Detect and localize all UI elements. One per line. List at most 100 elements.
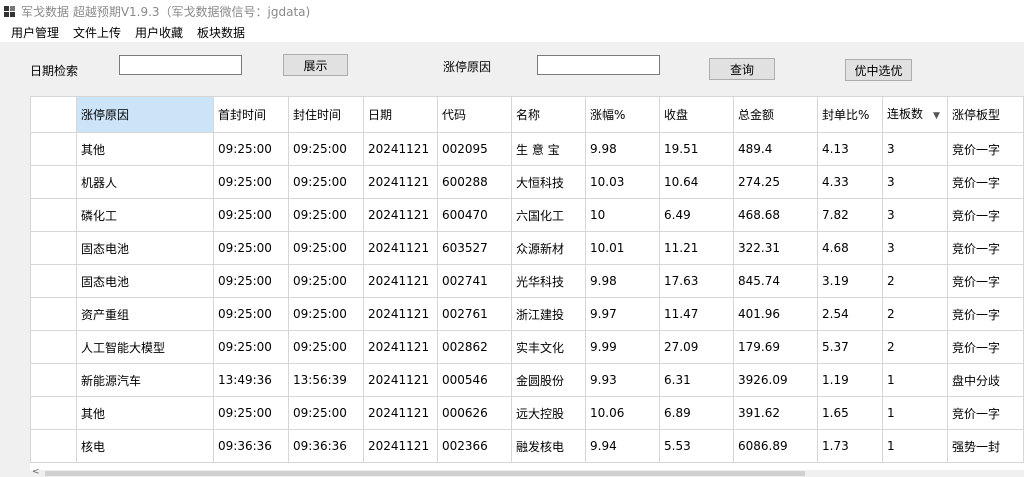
cell-close[interactable]: 19.51 (659, 132, 734, 166)
cell-amount[interactable]: 274.25 (733, 165, 818, 199)
table-row[interactable]: 机器人 09:25:00 09:25:00 20241121 600288 大恒科技 10.… (30, 165, 1024, 199)
cell-seal-time[interactable]: 13:56:39 (288, 363, 364, 397)
cell-seal-ratio[interactable]: 4.33 (817, 165, 883, 199)
cell-close[interactable]: 17.63 (659, 264, 734, 298)
cell-seal-ratio[interactable]: 2.54 (817, 297, 883, 331)
cell-seal-ratio[interactable]: 7.82 (817, 198, 883, 232)
cell-consecutive[interactable]: 1 (882, 363, 948, 397)
cell-date[interactable]: 20241121 (363, 330, 438, 364)
cell-first-seal-time[interactable]: 09:25:00 (213, 396, 289, 430)
cell-reason[interactable]: 机器人 (76, 165, 214, 199)
cell-first-seal-time[interactable]: 09:25:00 (213, 297, 289, 331)
cell-first-seal-time[interactable]: 13:49:36 (213, 363, 289, 397)
cell-amount[interactable]: 468.68 (733, 198, 818, 232)
cell-name[interactable]: 浙江建投 (511, 297, 586, 331)
horizontal-scrollbar[interactable]: < (30, 467, 1024, 477)
cell-seal-time[interactable]: 09:36:36 (288, 429, 364, 463)
cell-board-type[interactable]: 竞价一字 (947, 297, 1024, 331)
row-header[interactable] (30, 198, 77, 232)
row-header[interactable] (30, 363, 77, 397)
cell-seal-ratio[interactable]: 1.73 (817, 429, 883, 463)
cell-consecutive[interactable]: 2 (882, 330, 948, 364)
cell-board-type[interactable]: 盘中分歧 (947, 363, 1024, 397)
menu-file-upload[interactable]: 文件上传 (66, 24, 128, 41)
select-best-button[interactable]: 优中选优 (845, 59, 912, 81)
cell-close[interactable]: 11.47 (659, 297, 734, 331)
cell-amount[interactable]: 179.69 (733, 330, 818, 364)
cell-seal-time[interactable]: 09:25:00 (288, 297, 364, 331)
cell-consecutive[interactable]: 1 (882, 396, 948, 430)
col-header-consecutive[interactable]: 连板数 ▼ (882, 96, 948, 133)
cell-first-seal-time[interactable]: 09:25:00 (213, 330, 289, 364)
row-header[interactable] (30, 264, 77, 298)
cell-amount[interactable]: 489.4 (733, 132, 818, 166)
cell-name[interactable]: 生 意 宝 (511, 132, 586, 166)
cell-seal-time[interactable]: 09:25:00 (288, 132, 364, 166)
cell-reason[interactable]: 固态电池 (76, 231, 214, 265)
cell-date[interactable]: 20241121 (363, 429, 438, 463)
cell-board-type[interactable]: 竞价一字 (947, 132, 1024, 166)
col-header-seal-ratio[interactable]: 封单比% (817, 96, 883, 133)
cell-reason[interactable]: 新能源汽车 (76, 363, 214, 397)
cell-seal-ratio[interactable]: 5.37 (817, 330, 883, 364)
show-button[interactable]: 展示 (283, 54, 348, 76)
cell-seal-ratio[interactable]: 1.65 (817, 396, 883, 430)
cell-seal-ratio[interactable]: 4.68 (817, 231, 883, 265)
cell-close[interactable]: 6.31 (659, 363, 734, 397)
col-header-board-type[interactable]: 涨停板型 (947, 96, 1024, 133)
cell-close[interactable]: 10.64 (659, 165, 734, 199)
cell-board-type[interactable]: 竞价一字 (947, 198, 1024, 232)
cell-close[interactable]: 6.49 (659, 198, 734, 232)
cell-board-type[interactable]: 竞价一字 (947, 231, 1024, 265)
cell-change-pct[interactable]: 10.03 (585, 165, 660, 199)
cell-change-pct[interactable]: 9.98 (585, 132, 660, 166)
cell-name[interactable]: 实丰文化 (511, 330, 586, 364)
row-header[interactable] (30, 330, 77, 364)
col-header-name[interactable]: 名称 (511, 96, 586, 133)
cell-amount[interactable]: 3926.09 (733, 363, 818, 397)
row-header[interactable] (30, 396, 77, 430)
cell-seal-time[interactable]: 09:25:00 (288, 264, 364, 298)
cell-reason[interactable]: 核电 (76, 429, 214, 463)
cell-date[interactable]: 20241121 (363, 231, 438, 265)
row-header[interactable] (30, 297, 77, 331)
col-header-seal-time[interactable]: 封住时间 (288, 96, 364, 133)
cell-board-type[interactable]: 竞价一字 (947, 396, 1024, 430)
cell-code[interactable]: 002761 (437, 297, 512, 331)
cell-date[interactable]: 20241121 (363, 363, 438, 397)
cell-code[interactable]: 002095 (437, 132, 512, 166)
cell-name[interactable]: 光华科技 (511, 264, 586, 298)
cell-reason[interactable]: 人工智能大模型 (76, 330, 214, 364)
col-header-close[interactable]: 收盘 (659, 96, 734, 133)
cell-reason[interactable]: 资产重组 (76, 297, 214, 331)
col-header-amount[interactable]: 总金额 (733, 96, 818, 133)
cell-close[interactable]: 11.21 (659, 231, 734, 265)
table-row[interactable]: 资产重组 09:25:00 09:25:00 20241121 002761 浙江建投 9.… (30, 297, 1024, 331)
cell-consecutive[interactable]: 2 (882, 264, 948, 298)
cell-reason[interactable]: 其他 (76, 396, 214, 430)
cell-change-pct[interactable]: 10.06 (585, 396, 660, 430)
cell-consecutive[interactable]: 3 (882, 231, 948, 265)
cell-change-pct[interactable]: 9.93 (585, 363, 660, 397)
cell-seal-time[interactable]: 09:25:00 (288, 198, 364, 232)
menu-user-favorites[interactable]: 用户收藏 (128, 24, 190, 41)
cell-date[interactable]: 20241121 (363, 165, 438, 199)
cell-board-type[interactable]: 竞价一字 (947, 165, 1024, 199)
cell-name[interactable]: 大恒科技 (511, 165, 586, 199)
col-header-change-pct[interactable]: 涨幅% (585, 96, 660, 133)
limit-reason-input[interactable] (537, 55, 660, 75)
cell-change-pct[interactable]: 9.99 (585, 330, 660, 364)
table-row[interactable]: 固态电池 09:25:00 09:25:00 20241121 002741 光华科技 9.… (30, 264, 1024, 298)
cell-amount[interactable]: 401.96 (733, 297, 818, 331)
cell-consecutive[interactable]: 3 (882, 165, 948, 199)
cell-code[interactable]: 600288 (437, 165, 512, 199)
cell-amount[interactable]: 845.74 (733, 264, 818, 298)
cell-name[interactable]: 金圆股份 (511, 363, 586, 397)
col-header-date[interactable]: 日期 (363, 96, 438, 133)
cell-change-pct[interactable]: 9.97 (585, 297, 660, 331)
table-row[interactable]: 磷化工 09:25:00 09:25:00 20241121 600470 六国化工 10 6… (30, 198, 1024, 232)
cell-amount[interactable]: 322.31 (733, 231, 818, 265)
cell-seal-time[interactable]: 09:25:00 (288, 396, 364, 430)
cell-first-seal-time[interactable]: 09:36:36 (213, 429, 289, 463)
cell-first-seal-time[interactable]: 09:25:00 (213, 132, 289, 166)
